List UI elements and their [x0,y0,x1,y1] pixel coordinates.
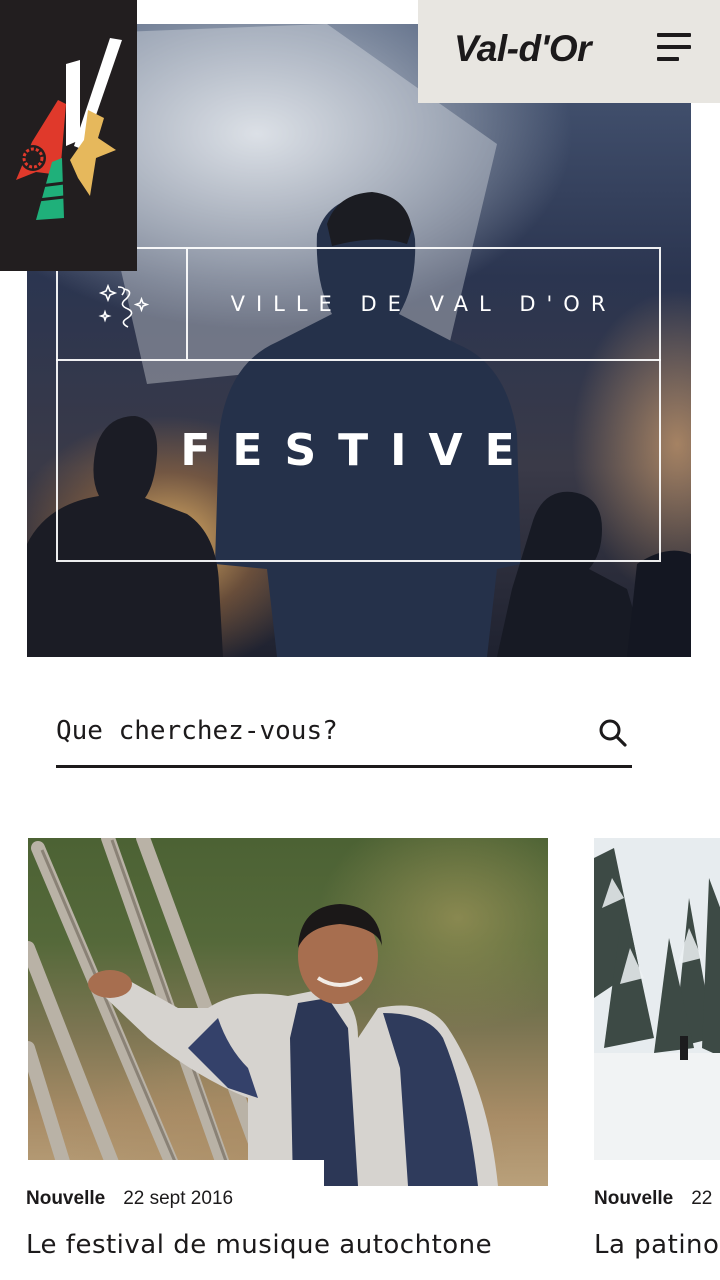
city-label: VILLE DE VAL D'OR [230,292,617,316]
search-icon[interactable] [598,718,628,748]
news-card-image[interactable] [594,838,720,1160]
news-date: 22 [691,1188,713,1209]
header-bar: Val-d'Or [418,0,720,103]
hamburger-menu-icon[interactable] [657,33,691,63]
sparkle-ribbon-icon [98,283,150,328]
news-card[interactable]: Nouvelle 22 sept 2016 Le festival de musi… [26,838,548,1260]
brand-name[interactable]: Val-d'Or [454,26,592,72]
news-card-title[interactable]: Le festival de musique autochtone [26,1230,492,1260]
news-card-meta: Nouvelle 22 [594,1188,712,1210]
hero-label-frame: VILLE DE VAL D'OR [56,247,661,361]
news-type-label: Nouvelle [26,1188,106,1209]
news-type-label: Nouvelle [594,1188,674,1209]
search-input[interactable] [56,706,576,756]
theme-title: FESTIVE [180,425,537,476]
news-date: 22 sept 2016 [123,1188,234,1209]
image-notch [28,1160,324,1186]
search-bar [56,700,632,768]
news-photo [594,838,720,1160]
news-card-image[interactable] [28,838,548,1186]
news-card-title[interactable]: La patino [594,1230,719,1260]
site-logo[interactable] [0,0,137,271]
hero-theme-frame: FESTIVE [56,359,661,562]
val-dor-logo-icon [16,38,122,220]
news-photo [28,838,498,1186]
news-card-meta: Nouvelle 22 sept 2016 [26,1188,233,1210]
news-card[interactable]: Nouvelle 22 La patino [594,838,720,1260]
